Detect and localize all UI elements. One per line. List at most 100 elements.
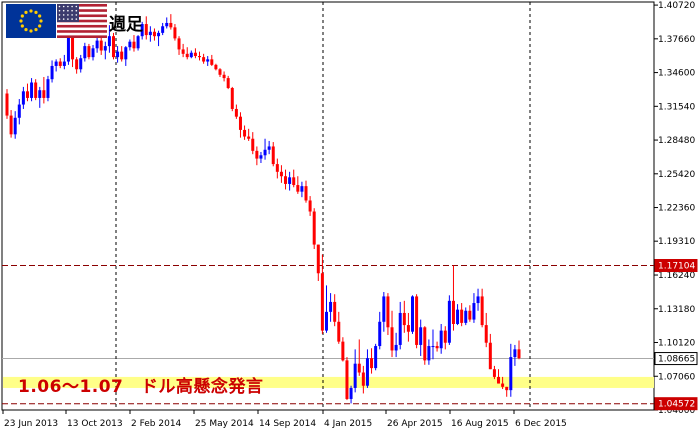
candle-body bbox=[386, 296, 390, 328]
candle-body bbox=[296, 185, 300, 192]
candle-body bbox=[157, 32, 161, 37]
plot-area bbox=[1, 1, 655, 411]
candle-body bbox=[513, 349, 517, 358]
candle-body bbox=[427, 346, 431, 361]
candle-body bbox=[148, 31, 152, 36]
price-tag-label: 1.17104 bbox=[658, 262, 695, 272]
y-tick-label: 1.28480 bbox=[658, 136, 695, 146]
candle-body bbox=[251, 138, 255, 151]
candle-body bbox=[374, 346, 378, 369]
candle-body bbox=[136, 36, 140, 49]
candle-body bbox=[238, 116, 242, 130]
candle-body bbox=[316, 244, 320, 274]
x-tick-label: 6 Dec 2015 bbox=[515, 419, 567, 429]
candle-body bbox=[267, 146, 271, 150]
candle-body bbox=[30, 82, 34, 98]
candle-body bbox=[107, 36, 111, 47]
candle-body bbox=[230, 88, 234, 109]
y-tick-label: 1.25420 bbox=[658, 170, 695, 180]
candle-body bbox=[9, 115, 13, 135]
y-tick-label: 1.16240 bbox=[658, 271, 695, 281]
candle-body bbox=[275, 164, 279, 172]
candle-body bbox=[439, 330, 443, 349]
y-tick-label: 1.34600 bbox=[658, 69, 695, 79]
candle-body bbox=[329, 301, 333, 312]
y-tick-label: 1.37660 bbox=[658, 35, 695, 45]
candle-body bbox=[75, 59, 79, 70]
candle-body bbox=[423, 327, 427, 361]
candle-body bbox=[173, 27, 177, 39]
candle-body bbox=[443, 330, 447, 343]
candle-body bbox=[87, 46, 91, 58]
y-tick-label: 1.10120 bbox=[658, 339, 695, 349]
y-tick-label: 1.07060 bbox=[658, 372, 695, 382]
candle-body bbox=[234, 108, 238, 117]
candle-body bbox=[17, 104, 21, 118]
candle-body bbox=[324, 311, 328, 331]
timeframe-label: 週足 bbox=[109, 15, 143, 35]
candle-body bbox=[357, 363, 361, 373]
x-tick-label: 14 Sep 2014 bbox=[259, 419, 316, 429]
candle-body bbox=[91, 48, 95, 58]
candle-body bbox=[120, 51, 124, 60]
flags bbox=[6, 4, 107, 38]
candle-body bbox=[193, 52, 197, 57]
candle-body bbox=[46, 79, 50, 98]
candle-body bbox=[25, 91, 29, 98]
candle-body bbox=[378, 321, 382, 347]
candle-body bbox=[370, 358, 374, 369]
candle-body bbox=[337, 321, 341, 342]
candle-body bbox=[71, 36, 75, 60]
candle-body bbox=[365, 358, 369, 386]
candle-body bbox=[218, 69, 222, 75]
annotation-band-label: 1.06〜1.07 ドル高懸念発言 bbox=[18, 377, 264, 397]
candle-body bbox=[398, 312, 402, 345]
x-tick-label: 26 Apr 2015 bbox=[387, 419, 443, 429]
candle-body bbox=[472, 303, 476, 320]
candle-body bbox=[13, 117, 17, 135]
candle-body bbox=[189, 52, 193, 58]
y-tick-label: 1.40720 bbox=[658, 1, 695, 11]
candle-body bbox=[361, 372, 365, 386]
candle-body bbox=[279, 171, 283, 177]
candle-body bbox=[353, 363, 357, 388]
candle-body bbox=[300, 186, 304, 192]
candle-body bbox=[431, 346, 435, 348]
candle-body bbox=[505, 386, 509, 391]
candlestick-chart: 1.40720 1.37660 1.34600 1.31540 1.28480 1.254… bbox=[1, 1, 698, 429]
candle-body bbox=[42, 90, 46, 98]
candle-body bbox=[517, 349, 521, 359]
candle-body bbox=[38, 90, 42, 98]
x-tick-label: 13 Oct 2013 bbox=[67, 419, 123, 429]
price-tag-label: 1.04572 bbox=[658, 400, 695, 410]
candle-body bbox=[333, 301, 337, 322]
candle-body bbox=[271, 146, 275, 165]
candle-body bbox=[263, 149, 267, 156]
x-tick-label: 2 Feb 2014 bbox=[131, 419, 182, 429]
candle-body bbox=[304, 186, 308, 201]
candle-body bbox=[460, 309, 464, 323]
candle-body bbox=[83, 46, 87, 59]
candle-body bbox=[111, 36, 115, 58]
candle-body bbox=[509, 357, 513, 391]
candle-body bbox=[222, 74, 226, 79]
y-tick-label: 1.19310 bbox=[658, 237, 695, 247]
candle-body bbox=[390, 327, 394, 351]
candle-body bbox=[185, 53, 189, 58]
candle-body bbox=[501, 383, 505, 387]
candle-body bbox=[415, 296, 419, 345]
candle-body bbox=[116, 51, 120, 58]
x-tick-label: 16 Aug 2015 bbox=[451, 419, 509, 429]
candle-body bbox=[169, 22, 173, 28]
y-tick-label: 1.22360 bbox=[658, 204, 695, 214]
us-flag-icon bbox=[57, 4, 107, 38]
candle-body bbox=[394, 344, 398, 351]
candle-body bbox=[468, 310, 472, 320]
y-tick-label: 1.13180 bbox=[658, 305, 695, 315]
candle-body bbox=[198, 56, 202, 58]
y-tick-label: 1.31540 bbox=[658, 102, 695, 112]
candle-body bbox=[99, 40, 103, 51]
candle-body bbox=[292, 177, 296, 186]
candle-body bbox=[456, 309, 460, 324]
candle-body bbox=[95, 40, 99, 49]
